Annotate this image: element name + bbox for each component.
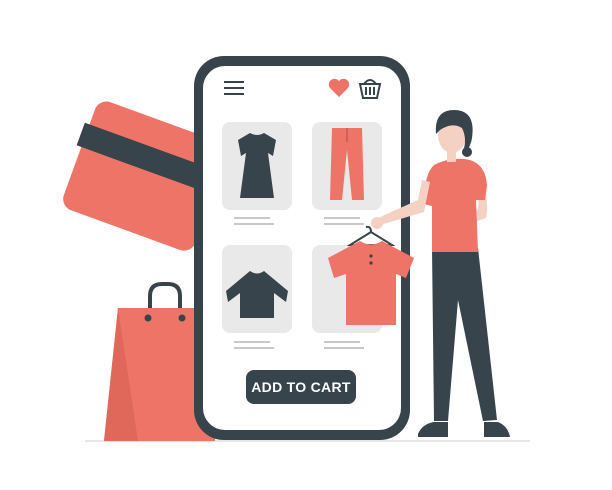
shopping-illustration <box>63 56 530 442</box>
add-to-cart-button[interactable] <box>246 370 356 404</box>
product-trousers[interactable] <box>312 122 382 210</box>
product-sweater[interactable] <box>222 245 292 333</box>
product-dress[interactable] <box>222 122 292 210</box>
